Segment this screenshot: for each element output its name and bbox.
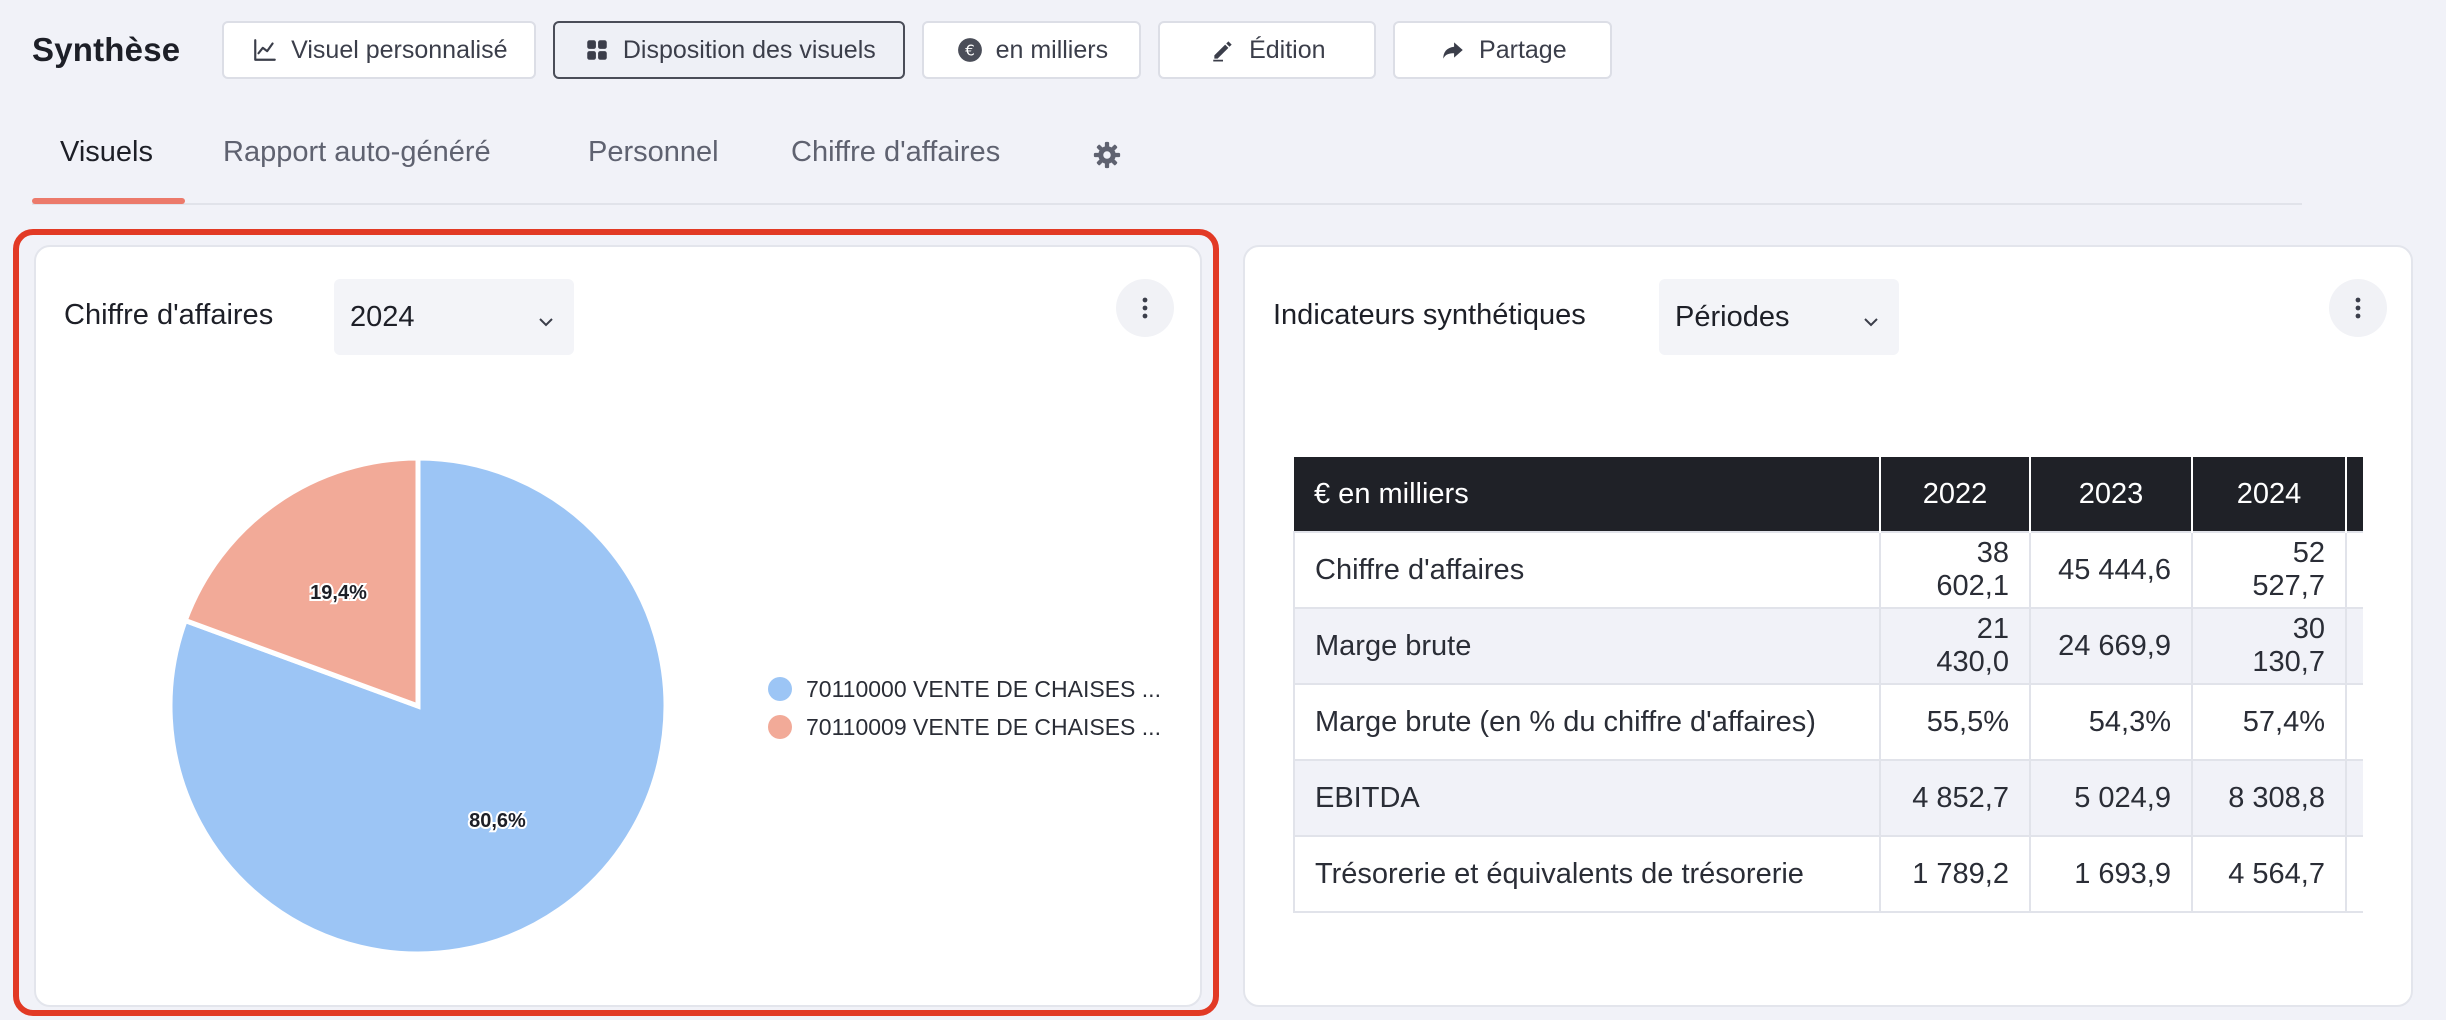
legend-dot-1 — [768, 715, 792, 739]
row-label: Marge brute (en % du chiffre d'affaires) — [1293, 683, 1881, 761]
cell-value: 4 852,7 — [1879, 759, 2031, 837]
table-header-row: € en milliers 2022 2023 2024 — [1294, 457, 2363, 532]
pie-label-1: 19,4% — [310, 582, 367, 604]
cell-value: 45 444,6 — [2029, 531, 2193, 609]
share-label: Partage — [1479, 35, 1567, 64]
line-chart-icon — [251, 36, 279, 64]
pie-legend: 70110000 VENTE DE CHAISES ... 70110009 V… — [768, 670, 1161, 746]
chevron-down-icon — [1861, 307, 1881, 327]
pencil-icon — [1209, 36, 1237, 64]
cell-value: 24 669,9 — [2029, 607, 2193, 685]
cell-value: 38 602,1 — [1879, 531, 2031, 609]
tab-bar: Visuels Rapport auto-généré Personnel Ch… — [32, 120, 2302, 205]
legend-dot-0 — [768, 677, 792, 701]
share-arrow-icon — [1439, 36, 1467, 64]
pie-label-0: 80,6% — [469, 810, 526, 832]
row-label: Chiffre d'affaires — [1293, 531, 1881, 609]
tab-personnel[interactable]: Personnel — [588, 136, 719, 169]
cell-value: 4 564,7 — [2191, 835, 2347, 913]
table-row: Marge brute 21 430,0 24 669,9 30 130,7 — [1293, 607, 2363, 685]
layout-label: Disposition des visuels — [622, 35, 876, 64]
indicators-card: Indicateurs synthétiques Périodes € en m… — [1243, 245, 2413, 1007]
cell-value: 1 693,9 — [2029, 835, 2193, 913]
edit-label: Édition — [1249, 35, 1326, 64]
header-2022: 2022 — [1880, 457, 2031, 532]
layout-button[interactable]: Disposition des visuels — [553, 21, 906, 79]
grid-icon — [583, 36, 611, 64]
header-overflow — [2346, 457, 2363, 532]
row-label: Marge brute — [1293, 607, 1881, 685]
kebab-icon — [2355, 297, 2361, 319]
active-tab-indicator — [32, 198, 185, 204]
thousands-label: en milliers — [995, 35, 1109, 64]
thousands-button[interactable]: € en milliers — [922, 21, 1142, 79]
toolbar: Synthèse Visuel personnalisé Disposition… — [32, 20, 1629, 80]
table-row: Chiffre d'affaires 38 602,1 45 444,6 52 … — [1293, 531, 2363, 609]
period-select-value: Périodes — [1675, 300, 1790, 333]
indicators-card-title: Indicateurs synthétiques — [1273, 299, 1586, 331]
header-2024: 2024 — [2192, 457, 2347, 532]
cell-overflow — [2345, 683, 2363, 761]
cell-value: 21 430,0 — [1879, 607, 2031, 685]
cell-overflow — [2345, 607, 2363, 685]
period-select[interactable]: Périodes — [1659, 279, 1899, 355]
cell-overflow — [2345, 835, 2363, 913]
edit-button[interactable]: Édition — [1158, 21, 1377, 79]
cell-value: 55,5% — [1879, 683, 2031, 761]
svg-text:€: € — [965, 41, 975, 59]
legend-label-0: 70110000 VENTE DE CHAISES ... — [806, 675, 1161, 702]
gear-icon[interactable] — [1092, 140, 1122, 170]
cell-value: 57,4% — [2191, 683, 2347, 761]
euro-icon: € — [956, 36, 984, 64]
legend-item-1[interactable]: 70110009 VENTE DE CHAISES ... — [768, 708, 1161, 746]
cell-value: 8 308,8 — [2191, 759, 2347, 837]
cell-value: 54,3% — [2029, 683, 2193, 761]
cell-overflow — [2345, 759, 2363, 837]
table-row: Marge brute (en % du chiffre d'affaires)… — [1293, 683, 2363, 761]
custom-visual-button[interactable]: Visuel personnalisé — [222, 21, 537, 79]
header-unit: € en milliers — [1294, 457, 1881, 532]
tab-chiffre-affaires[interactable]: Chiffre d'affaires — [791, 136, 1000, 169]
tab-rapport[interactable]: Rapport auto-généré — [223, 136, 491, 169]
revenue-card: Chiffre d'affaires 2024 80,6% 19,4% 70110… — [34, 245, 1202, 1007]
legend-label-1: 70110009 VENTE DE CHAISES ... — [806, 713, 1161, 740]
pie-chart: 80,6% 19,4% — [167, 455, 669, 957]
header-2023: 2023 — [2030, 457, 2193, 532]
cell-value: 30 130,7 — [2191, 607, 2347, 685]
indicators-card-menu-button[interactable] — [2329, 279, 2387, 337]
custom-visual-label: Visuel personnalisé — [291, 35, 508, 64]
indicators-table: € en milliers 2022 2023 2024 Chiffre d'a… — [1293, 457, 2363, 913]
indicators-table-container: € en milliers 2022 2023 2024 Chiffre d'a… — [1293, 457, 2363, 914]
table-row: Trésorerie et équivalents de trésorerie … — [1293, 835, 2363, 913]
row-label: Trésorerie et équivalents de trésorerie — [1293, 835, 1881, 913]
row-label: EBITDA — [1293, 759, 1881, 837]
cell-value: 1 789,2 — [1879, 835, 2031, 913]
tab-visuels[interactable]: Visuels — [60, 136, 153, 169]
table-row: EBITDA 4 852,7 5 024,9 8 308,8 — [1293, 759, 2363, 837]
cell-value: 52 527,7 — [2191, 531, 2347, 609]
share-button[interactable]: Partage — [1393, 21, 1613, 79]
cell-value: 5 024,9 — [2029, 759, 2193, 837]
page-title: Synthèse — [32, 31, 181, 68]
legend-item-0[interactable]: 70110000 VENTE DE CHAISES ... — [768, 670, 1161, 708]
cell-overflow — [2345, 531, 2363, 609]
